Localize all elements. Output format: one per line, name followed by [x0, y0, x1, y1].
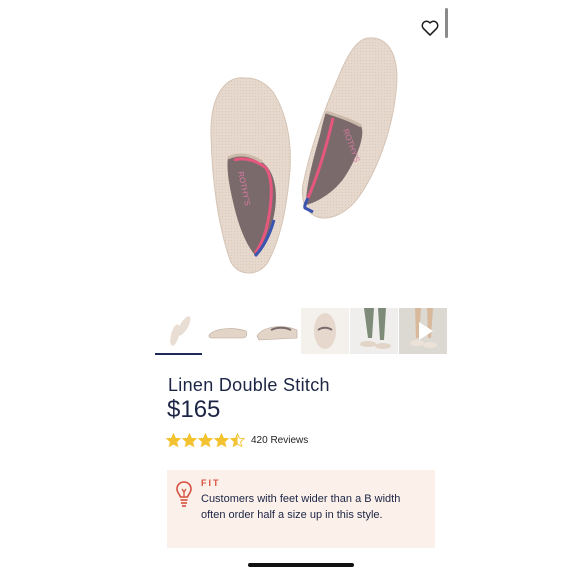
thumbnail-on-foot-walking[interactable]: [350, 308, 399, 354]
star-rating: [166, 432, 245, 448]
thumbnail-on-foot-video[interactable]: [399, 308, 447, 354]
star-icon: [230, 432, 245, 447]
thumbnail-strip: [155, 308, 447, 356]
thumbnail-single-top-view[interactable]: [301, 308, 350, 354]
image-scrollbar[interactable]: [445, 8, 448, 38]
product-price: $165: [167, 396, 221, 423]
star-icon: [166, 432, 181, 447]
product-title: Linen Double Stitch: [168, 375, 330, 395]
product-hero-image[interactable]: ROTHY'S ROTHY'S: [158, 20, 420, 295]
lightbulb-icon: [176, 481, 192, 507]
thumbnail-side-view[interactable]: [203, 308, 252, 354]
selected-thumbnail-indicator: [155, 353, 202, 355]
home-indicator[interactable]: [248, 563, 354, 567]
thumbnail-pair-top-view[interactable]: [155, 308, 203, 354]
fit-note-label: FIT: [201, 478, 221, 488]
star-icon: [214, 432, 229, 447]
review-count: 420 Reviews: [251, 434, 309, 446]
left-shoe: ROTHY'S: [210, 77, 291, 274]
thumbnail-angle-view[interactable]: [252, 308, 301, 354]
right-shoe: ROTHY'S: [301, 37, 398, 219]
heart-outline-icon: [421, 20, 439, 36]
rating-summary[interactable]: 420 Reviews: [166, 432, 308, 448]
star-icon: [198, 432, 213, 447]
wishlist-heart-button[interactable]: [420, 18, 440, 38]
fit-note-panel: FIT Customers with feet wider than a B w…: [167, 470, 435, 548]
star-icon: [182, 432, 197, 447]
fit-note-text: Customers with feet wider than a B width…: [201, 493, 401, 521]
